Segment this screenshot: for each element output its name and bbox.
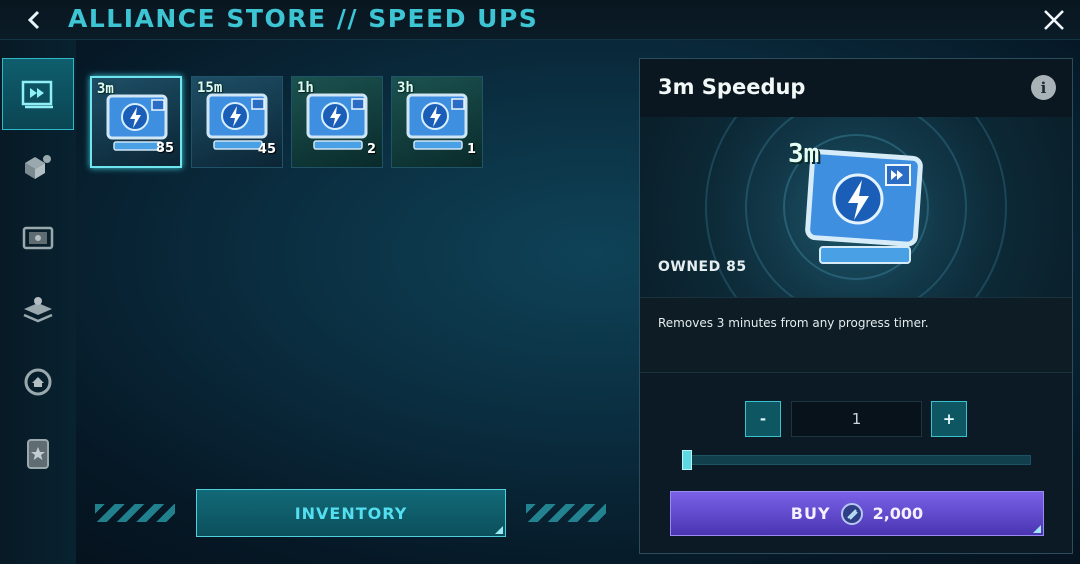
home-circle-icon [24,368,52,396]
detail-title: 3m Speedup [658,75,806,99]
item-count: 45 [257,142,276,157]
chest-icon [22,226,54,250]
inventory-button-label: INVENTORY [294,503,408,523]
buy-button[interactable]: BUY 2,000 [670,491,1044,536]
item-duration-label: 15m [197,80,223,96]
detail-header: 3m Speedup i [640,59,1072,117]
info-button[interactable]: i [1031,75,1056,100]
sidebar-item-speedups[interactable] [2,58,74,130]
owned-count: OWNED 85 [658,259,747,275]
chevron-left-icon [27,10,40,30]
description-box: Removes 3 minutes from any progress time… [640,297,1072,373]
sidebar-item-chests[interactable] [2,202,74,274]
item-duration-label: 3h [397,80,414,96]
info-icon: i [1040,78,1047,97]
sidebar-item-badges[interactable] [2,418,74,490]
quantity-input[interactable]: 1 [791,401,922,437]
star-badge-icon [27,439,49,469]
buy-price: 2,000 [872,504,924,523]
item-tile-3m[interactable]: 3m 85 [90,76,182,168]
header-bar: ALLIANCE STORE // SPEED UPS [0,0,1080,40]
sidebar-item-resources[interactable] [2,130,74,202]
map-layers-icon [23,297,53,323]
page-title: ALLIANCE STORE // SPEED UPS [68,4,539,33]
buy-button-label: BUY [790,504,831,523]
quantity-slider-thumb[interactable] [682,450,692,470]
back-button[interactable] [20,6,48,34]
category-sidebar [0,40,76,564]
item-detail-panel: 3m Speedup i 3m OWNED 85 Removes 3 minut… [639,58,1073,554]
close-icon [1044,10,1064,30]
decorative-stripes-left [95,504,175,522]
speedup-device-icon [306,93,368,150]
quantity-slider-track[interactable] [682,455,1031,465]
decrease-quantity-button[interactable]: - [745,401,781,437]
button-corner-notch [495,526,503,534]
minus-icon: - [759,410,767,428]
fast-forward-icon [21,80,53,109]
item-tile-1h[interactable]: 1h 2 [291,76,383,168]
alliance-credit-coin-icon [840,502,863,525]
item-count: 1 [466,142,476,157]
speedup-device-icon [406,93,468,150]
resource-crate-icon [25,155,51,179]
button-corner-notch [1033,525,1041,533]
plus-icon: + [942,410,956,428]
close-button[interactable] [1038,4,1070,36]
item-count: 85 [155,141,174,156]
decorative-stripes-right [526,504,606,522]
item-count: 2 [366,142,376,157]
sidebar-item-base[interactable] [2,346,74,418]
detail-art-label: 3m [788,139,820,169]
item-duration-label: 3m [97,81,114,97]
item-duration-label: 1h [297,80,314,96]
item-tile-15m[interactable]: 15m 45 [191,76,283,168]
item-description: Removes 3 minutes from any progress time… [658,316,929,330]
sidebar-item-territory[interactable] [2,274,74,346]
item-tile-3h[interactable]: 3h 1 [391,76,483,168]
increase-quantity-button[interactable]: + [931,401,967,437]
inventory-button[interactable]: INVENTORY [196,489,506,537]
